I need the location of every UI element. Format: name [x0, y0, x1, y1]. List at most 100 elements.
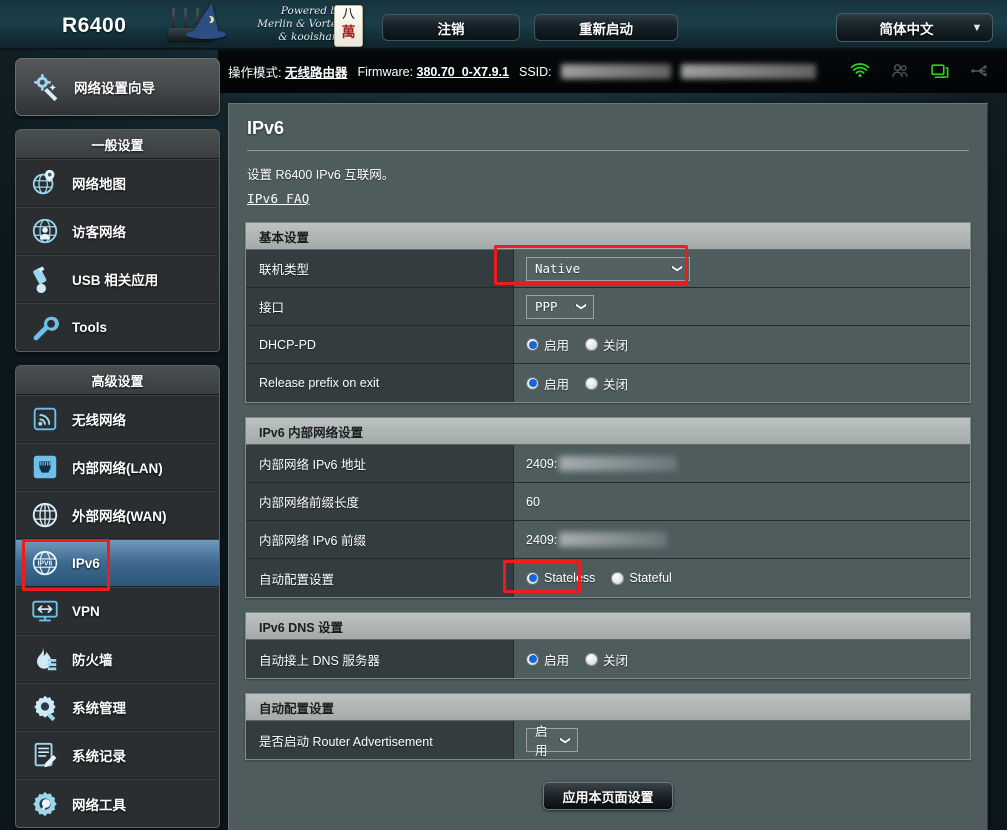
stateless-radio[interactable] — [526, 572, 539, 585]
wifi-icon[interactable] — [849, 61, 871, 81]
powered-by-text: Powered by Merlin & Vortex & koolshare — [223, 5, 343, 44]
sidebar-item-wireless[interactable]: 无线网络 — [16, 395, 219, 443]
language-selector[interactable]: 简体中文 ▼ — [836, 13, 993, 42]
label-auto-dns: 自动接上 DNS 服务器 — [246, 640, 514, 678]
option-label: 关闭 — [603, 650, 628, 669]
ipv6-faq-link[interactable]: IPv6 FAQ — [247, 191, 310, 206]
operation-mode-group: 操作模式: 无线路由器 — [228, 62, 347, 81]
chevron-down-icon: ▼ — [962, 22, 992, 34]
label-prefix-length: 内部网络前缀长度 — [246, 483, 514, 520]
stateless-option[interactable]: Stateless — [526, 571, 595, 585]
ssid-label: SSID: — [519, 65, 552, 79]
value-release-prefix: 启用 关闭 — [514, 364, 970, 402]
network-map-icon — [30, 168, 60, 198]
sidebar-label: 网络地图 — [72, 173, 126, 193]
sidebar-item-ipv6[interactable]: IPV6 IPv6 — [16, 539, 219, 587]
logout-button[interactable]: 注销 — [382, 14, 520, 41]
dhcp-pd-enable-option[interactable]: 启用 — [526, 335, 569, 354]
vpn-icon — [30, 596, 60, 626]
radio-button[interactable] — [585, 653, 598, 666]
radio-button[interactable] — [526, 338, 539, 351]
crescent-moon-icon — [204, 16, 211, 23]
router-advertisement-select[interactable]: 启用 ❯ — [526, 728, 578, 752]
stateful-radio[interactable] — [611, 572, 624, 585]
dns-settings-table: IPv6 DNS 设置 自动接上 DNS 服务器 启用 关闭 — [245, 612, 971, 679]
sidebar-label: 外部网络(WAN) — [72, 505, 167, 525]
powered-line-2: Merlin & Vortex — [223, 18, 343, 31]
option-label: 启用 — [544, 335, 569, 354]
tile-top-glyph: 八 — [335, 6, 362, 24]
sidebar-label: 防火墙 — [72, 649, 113, 669]
sidebar-item-usb-application[interactable]: USB 相关应用 — [16, 255, 219, 303]
router-advertisement-value: 启用 — [535, 721, 553, 759]
release-prefix-radio-group: 启用 关闭 — [526, 374, 637, 393]
value-prefix-length: 60 — [514, 483, 970, 520]
powered-line-1: Powered by — [223, 5, 343, 18]
lan-settings-table: IPv6 内部网络设置 内部网络 IPv6 地址 2409: 内部网络前缀长度 … — [245, 417, 971, 598]
sidebar-item-lan[interactable]: 内部网络(LAN) — [16, 443, 219, 491]
label-interface: 接口 — [246, 288, 514, 325]
radio-button[interactable] — [526, 377, 539, 390]
sidebar-item-network-map[interactable]: 网络地图 — [16, 159, 219, 207]
sidebar-item-administration[interactable]: 系统管理 — [16, 683, 219, 731]
lan-ipv6-prefix-masked — [559, 532, 667, 547]
chevron-down-icon: ❯ — [575, 294, 586, 318]
interface-select[interactable]: PPP ❯ — [526, 295, 594, 319]
sidebar-group-advanced: 高级设置 无线网络 内部网络(LAN) — [15, 365, 220, 828]
apply-settings-button[interactable]: 应用本页面设置 — [543, 782, 672, 810]
autoconfig-radio-group: Stateless Stateful — [526, 571, 681, 585]
clients-icon[interactable] — [889, 61, 911, 81]
value-router-advertisement: 启用 ❯ — [514, 721, 970, 759]
radio-button[interactable] — [585, 377, 598, 390]
language-label: 简体中文 — [837, 18, 962, 38]
reboot-button[interactable]: 重新启动 — [534, 14, 678, 41]
sidebar-item-wan[interactable]: 外部网络(WAN) — [16, 491, 219, 539]
sidebar-wizard-label: 网络设置向导 — [74, 77, 155, 97]
guest-network-icon — [30, 216, 60, 246]
page-title: IPv6 — [247, 118, 969, 151]
auto-dns-disable-option[interactable]: 关闭 — [585, 650, 628, 669]
row-auto-dns: 自动接上 DNS 服务器 启用 关闭 — [246, 640, 970, 678]
operation-mode-value[interactable]: 无线路由器 — [285, 66, 348, 80]
wand-gear-icon — [32, 72, 62, 102]
firmware-version-value[interactable]: 380.70_0-X7.9.1 — [417, 65, 509, 79]
connection-type-value: Native — [535, 261, 580, 276]
ssid-masked-value-secondary — [681, 64, 816, 79]
usb-application-icon — [30, 264, 60, 294]
lan-ipv6-prefix-text: 2409: — [526, 533, 557, 547]
system-log-icon — [30, 740, 60, 770]
sidebar-item-network-tools[interactable]: 网络工具 — [16, 779, 219, 827]
release-prefix-enable-option[interactable]: 启用 — [526, 374, 569, 393]
sidebar-label: VPN — [72, 604, 100, 619]
sidebar-navigation: 网络设置向导 一般设置 网络地图 — [15, 58, 220, 828]
devices-icon[interactable] — [929, 61, 951, 81]
connection-type-select[interactable]: Native ❯ — [526, 257, 690, 281]
label-lan-ipv6-prefix: 内部网络 IPv6 前缀 — [246, 521, 514, 558]
value-lan-ipv6-prefix: 2409: — [514, 521, 970, 558]
sidebar-label: 系统管理 — [72, 697, 126, 717]
sidebar-item-guest-network[interactable]: 访客网络 — [16, 207, 219, 255]
sidebar-item-system-log[interactable]: 系统记录 — [16, 731, 219, 779]
auto-dns-enable-option[interactable]: 启用 — [526, 650, 569, 669]
option-label: 启用 — [544, 650, 569, 669]
value-interface: PPP ❯ — [514, 288, 970, 325]
usb-icon[interactable] — [969, 61, 991, 81]
stateful-option[interactable]: Stateful — [611, 571, 671, 585]
row-autoconfig: 自动配置设置 Stateless Stateful — [246, 559, 970, 597]
row-router-advertisement: 是否启动 Router Advertisement 启用 ❯ — [246, 721, 970, 759]
sidebar-item-tools[interactable]: Tools — [16, 303, 219, 351]
dhcp-pd-disable-option[interactable]: 关闭 — [585, 335, 628, 354]
network-tools-icon — [30, 789, 60, 819]
radio-button[interactable] — [585, 338, 598, 351]
value-auto-dns: 启用 关闭 — [514, 640, 970, 678]
sidebar-item-vpn[interactable]: VPN — [16, 587, 219, 635]
sidebar-item-network-wizard[interactable]: 网络设置向导 — [15, 58, 220, 116]
sidebar-item-firewall[interactable]: 防火墙 — [16, 635, 219, 683]
status-info-bar: 操作模式: 无线路由器 Firmware: 380.70_0-X7.9.1 SS… — [218, 50, 1007, 93]
firewall-flame-icon — [30, 644, 60, 674]
release-prefix-disable-option[interactable]: 关闭 — [585, 374, 628, 393]
radio-button[interactable] — [526, 653, 539, 666]
basic-settings-table: 基本设置 联机类型 Native ❯ 接口 PPP ❯ — [245, 222, 971, 403]
lan-ipv6-address-masked — [559, 456, 677, 471]
autoconfig-settings-table: 自动配置设置 是否启动 Router Advertisement 启用 ❯ — [245, 693, 971, 760]
